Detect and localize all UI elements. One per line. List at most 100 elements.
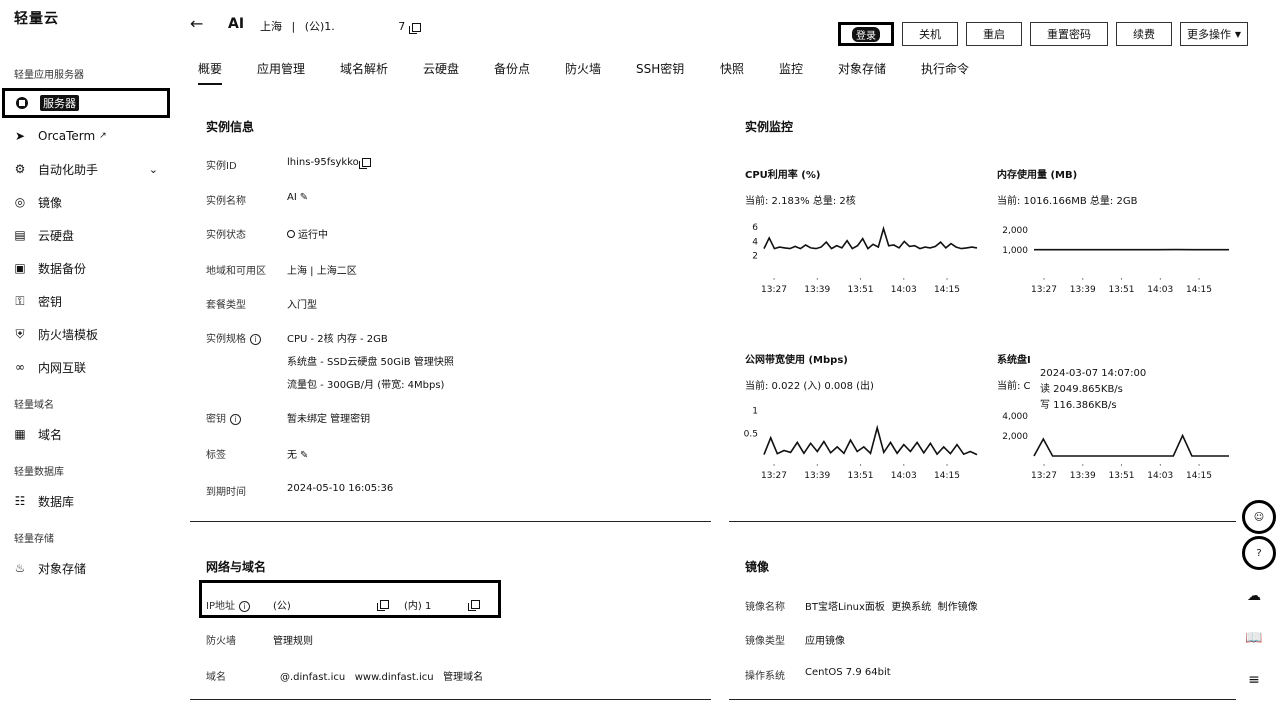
help-icon[interactable]: ? — [1242, 536, 1276, 570]
sidebar-item-server[interactable]: 服务器 — [2, 88, 170, 118]
tab-ssh-key[interactable]: SSH密钥 — [636, 60, 684, 77]
sidebar-item-intranet[interactable]: ∞ 内网互联 — [0, 353, 172, 381]
sidebar-item-object-storage[interactable]: ♨ 对象存储 — [0, 554, 172, 582]
plan-type-value: 入门型 — [287, 300, 317, 311]
sidebar-item-domain[interactable]: ▦ 域名 — [0, 420, 172, 448]
y-tick-label: 1 — [752, 407, 758, 417]
spec-traffic-value: 流量包 - 300GB/月 (带宽: 4Mbps) — [287, 380, 445, 391]
info-icon[interactable]: i — [230, 413, 241, 425]
info-icon[interactable]: i — [238, 600, 250, 612]
tab-dns[interactable]: 域名解析 — [340, 60, 388, 77]
divider — [190, 699, 711, 700]
sidebar-item-database[interactable]: ☷ 数据库 — [0, 487, 172, 515]
chart-tooltip: 2024-03-07 14:07:00 读 2049.865KB/s 写 116… — [1036, 366, 1151, 414]
x-tick-mark: · — [1198, 461, 1201, 471]
sidebar-item-backup[interactable]: ▣ 数据备份 — [0, 254, 172, 282]
tab-backup[interactable]: 备份点 — [494, 60, 530, 77]
x-tick-mark: · — [902, 461, 905, 471]
os-value: CentOS 7.9 64bit — [805, 667, 891, 678]
renew-button[interactable]: 续费 — [1116, 22, 1172, 46]
y-tick-label: 0.5 — [744, 429, 758, 439]
monitor-title: 实例监控 — [745, 120, 794, 134]
x-tick-mark: · — [1043, 461, 1046, 471]
list-icon[interactable]: ≡ — [1238, 666, 1270, 694]
y-tick-label: 6 — [752, 223, 758, 233]
copy-icon[interactable] — [358, 157, 371, 169]
tab-run-command[interactable]: 执行命令 — [921, 60, 969, 77]
tab-firewall[interactable]: 防火墙 — [565, 60, 601, 77]
book-icon[interactable]: 📖 — [1238, 624, 1270, 652]
cpu-chart-title: CPU利用率 (%) — [745, 170, 821, 181]
copy-icon[interactable] — [468, 600, 480, 611]
tab-overview[interactable]: 概要 — [198, 60, 223, 85]
cpu-chart[interactable]: 642·13:27·13:39·13:51·14:03·14:15 — [740, 214, 985, 294]
chat-assistant-icon[interactable]: ☺ — [1242, 500, 1276, 534]
divider — [190, 521, 711, 522]
image-name-label: 镜像名称 — [745, 602, 785, 613]
image-name-value[interactable]: BT宝塔Linux面板 更换系统 制作镜像 — [805, 598, 978, 613]
tab-cloud-disk[interactable]: 云硬盘 — [423, 60, 459, 77]
memory-chart[interactable]: 2,0001,000·13:27·13:39·13:51·14:03·14:15 — [992, 214, 1237, 294]
sidebar-item-firewall-template[interactable]: ⛨ 防火墙模板 — [0, 320, 172, 348]
x-tick-label: 13:27 — [761, 285, 787, 294]
instance-name-value: AI ✎ — [287, 192, 309, 203]
cpu-current: 当前: 2.183% 总量: 2核 — [745, 196, 856, 207]
sidebar-item-image[interactable]: ◎ 镜像 — [0, 188, 172, 216]
tooltip-write: 写 116.386KB/s — [1040, 400, 1117, 411]
domain-value[interactable]: @.dinfast.icu www.dinfast.icu 管理域名 — [280, 668, 483, 683]
sidebar-item-label: 对象存储 — [38, 561, 87, 576]
info-icon[interactable]: i — [250, 333, 261, 345]
ip-inner-value: (内) 1 — [404, 601, 432, 612]
x-tick-mark: · — [773, 275, 776, 285]
firewall-manage-link[interactable]: 管理规则 — [273, 632, 313, 647]
series-line — [763, 225, 978, 250]
storage-icon: ♨ — [14, 561, 26, 575]
reset-password-button[interactable]: 重置密码 — [1030, 22, 1108, 46]
x-tick-mark: · — [859, 461, 862, 471]
bandwidth-chart[interactable]: 10.5·13:27·13:39·13:51·14:03·14:15 — [740, 400, 985, 480]
instance-meta: 上海 | (公)1. 7 — [260, 18, 421, 34]
copy-icon[interactable] — [377, 600, 389, 611]
instance-info-title: 实例信息 — [206, 120, 255, 134]
x-tick-mark: · — [1159, 461, 1162, 471]
external-link-icon: ↗ — [99, 131, 107, 141]
x-tick-mark: · — [816, 461, 819, 471]
shutdown-button[interactable]: 关机 — [902, 22, 958, 46]
tab-object-storage[interactable]: 对象存储 — [838, 60, 886, 77]
network-title: 网络与域名 — [206, 560, 267, 574]
tab-app-management[interactable]: 应用管理 — [257, 60, 305, 77]
status-dot-icon — [287, 230, 295, 238]
more-actions-dropdown[interactable]: 更多操作 ▼ — [1180, 22, 1248, 46]
copy-icon[interactable] — [408, 22, 421, 34]
instance-status-value: 运行中 — [287, 226, 328, 241]
edit-icon[interactable]: ✎ — [300, 450, 308, 461]
cloud-icon[interactable]: ☁ — [1238, 582, 1270, 610]
tab-monitor[interactable]: 监控 — [779, 60, 803, 77]
image-title: 镜像 — [745, 560, 770, 574]
sidebar-item-automation[interactable]: ⚙ 自动化助手 ⌄ — [0, 155, 172, 183]
back-arrow-icon[interactable]: ← — [190, 14, 203, 33]
login-button[interactable]: 登录 — [838, 22, 894, 46]
x-tick-label: 13:39 — [804, 285, 830, 294]
info-label: 实例ID — [206, 161, 237, 172]
instance-region: 上海 — [260, 20, 282, 33]
key-value: 暂未绑定 管理密钥 — [287, 414, 371, 425]
section-label-db: 轻量数据库 — [14, 467, 64, 478]
brand-title: 轻量云 — [14, 11, 59, 27]
sidebar-item-cloud-disk[interactable]: ▤ 云硬盘 — [0, 221, 172, 249]
section-label-domain: 轻量域名 — [14, 400, 54, 411]
spec-value: CPU - 2核 内存 - 2GB — [287, 334, 388, 345]
tags-value: 无 ✎ — [287, 450, 309, 461]
sidebar-item-orcaterm[interactable]: ➤ OrcaTerm ↗ — [0, 122, 172, 150]
disk-icon: ▤ — [14, 228, 26, 242]
restart-button[interactable]: 重启 — [966, 22, 1022, 46]
x-tick-mark: · — [1120, 275, 1123, 285]
info-label: 实例状态 — [206, 230, 246, 241]
shield-icon: ⛨ — [15, 326, 25, 341]
sidebar-item-key[interactable]: ⚿ 密钥 — [0, 287, 172, 315]
header: ← AI 上海 | (公)1. 7 登录 关机 重启 重置密码 续费 更多操作 … — [172, 0, 1280, 56]
x-tick-mark: · — [859, 275, 862, 285]
tab-snapshot[interactable]: 快照 — [720, 60, 744, 77]
x-tick-mark: · — [902, 275, 905, 285]
edit-icon[interactable]: ✎ — [300, 192, 308, 203]
